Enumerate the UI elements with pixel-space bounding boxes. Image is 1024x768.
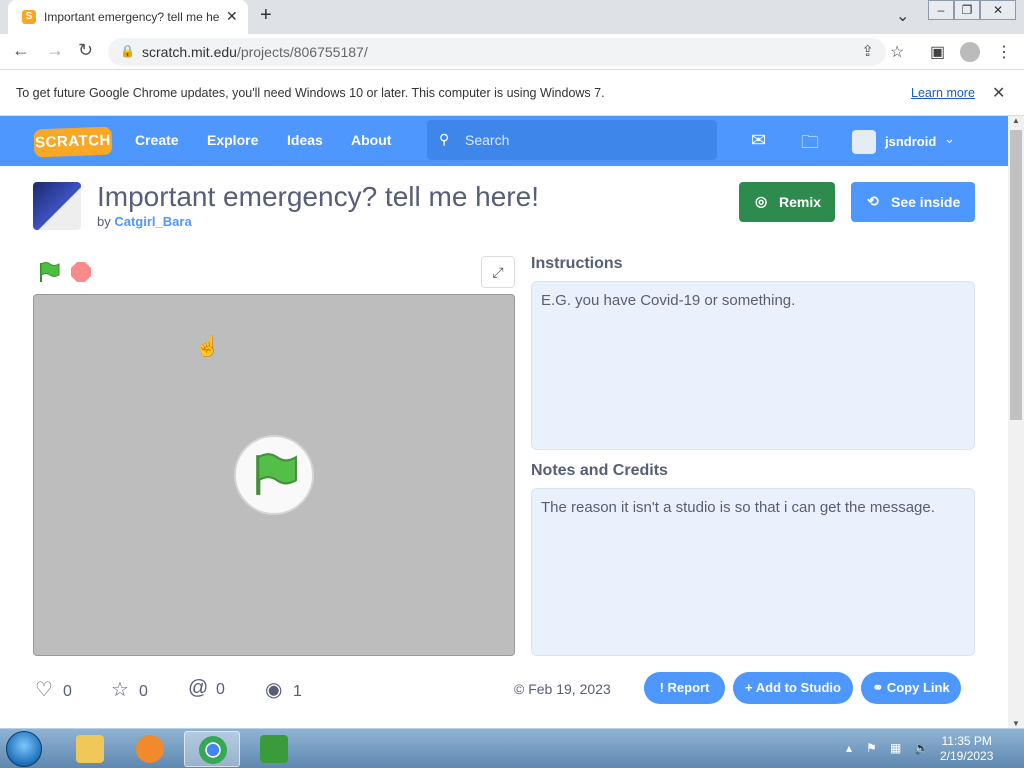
taskbar-explorer[interactable] [62, 731, 118, 767]
scroll-up-icon[interactable]: ▲ [1012, 116, 1020, 125]
profile-avatar-icon[interactable] [960, 42, 980, 62]
taskbar-media-player[interactable] [122, 731, 178, 767]
scratch-navbar: SCRATCH Create Explore Ideas About ⚲ Sea… [0, 116, 1008, 166]
search-input[interactable]: ⚲ Search [427, 120, 717, 160]
volume-icon[interactable]: 🔈 [914, 741, 929, 755]
new-tab-button[interactable]: + [260, 4, 272, 27]
messages-icon[interactable]: ✉ [751, 130, 766, 151]
author-link[interactable]: Catgirl_Bara [114, 214, 191, 229]
lock-icon: 🔒 [120, 44, 135, 58]
views-stat: ◉ 1 [265, 679, 302, 701]
nav-ideas[interactable]: Ideas [287, 132, 323, 148]
page-scrollbar[interactable]: ▲ ▼ [1008, 116, 1024, 728]
minimize-button[interactable]: – [928, 0, 954, 20]
add-to-studio-button[interactable]: + Add to Studio [733, 672, 853, 704]
tab-title: Important emergency? tell me he [44, 10, 220, 24]
menu-kebab-icon[interactable]: ⋮ [996, 42, 1012, 62]
chrome-icon [199, 736, 227, 764]
instructions-heading: Instructions [531, 255, 623, 272]
username[interactable]: jsndroid [885, 134, 936, 149]
stage-green-flag-button[interactable] [234, 435, 314, 515]
forward-icon[interactable]: → [46, 40, 64, 61]
restore-button[interactable]: ❐ [954, 0, 980, 20]
star-icon: ☆ [111, 679, 129, 701]
search-icon: ⚲ [439, 131, 450, 147]
heart-icon: ♡ [35, 679, 53, 701]
taskbar-csharp[interactable] [246, 731, 302, 767]
tab-search-chevron-icon[interactable]: ⌄ [896, 6, 909, 26]
learn-more-link[interactable]: Learn more [911, 86, 975, 100]
copyright-icon: © [514, 681, 525, 697]
side-panel-icon[interactable]: ▣ [930, 42, 945, 62]
my-stuff-folder-icon[interactable]: 🗀 [801, 130, 819, 160]
user-avatar[interactable] [852, 130, 876, 154]
eye-icon: ◉ [265, 679, 283, 701]
csharp-icon [260, 735, 288, 763]
media-player-icon [136, 735, 164, 763]
plus-icon: + [745, 680, 753, 695]
window-close-button[interactable]: ✕ [980, 0, 1016, 20]
notes-heading: Notes and Credits [531, 462, 668, 479]
remix-button[interactable]: ◎ Remix [739, 182, 835, 222]
folder-icon [76, 735, 104, 763]
browser-tab[interactable]: S Important emergency? tell me he ✕ [8, 0, 248, 34]
bookmark-star-icon[interactable]: ☆ [890, 42, 904, 62]
user-menu-chevron-icon[interactable]: ⌄ [944, 131, 955, 147]
search-placeholder: Search [465, 132, 510, 148]
action-center-flag-icon[interactable]: ⚑ [866, 741, 877, 755]
link-icon: ⚭ [872, 680, 884, 695]
start-button[interactable] [6, 731, 42, 767]
network-icon[interactable]: ▦ [890, 741, 901, 755]
system-clock[interactable]: 11:35 PM 2/19/2023 [940, 734, 993, 764]
nav-about[interactable]: About [351, 132, 391, 148]
project-title: Important emergency? tell me here! [97, 181, 539, 212]
scratch-logo[interactable]: SCRATCH [33, 126, 113, 158]
see-inside-icon: ⟲ [867, 193, 879, 209]
remix-swirl-icon: @ [188, 677, 209, 699]
copy-link-button[interactable]: ⚭ Copy Link [861, 672, 961, 704]
fullscreen-icon[interactable]: ⤢ [481, 256, 515, 288]
remix-icon: ◎ [755, 193, 768, 209]
report-button[interactable]: ! Report [644, 672, 725, 704]
stop-icon[interactable] [71, 262, 91, 282]
infobar-close-icon[interactable]: ✕ [992, 83, 1005, 103]
instructions-box: E.G. you have Covid-19 or something. [531, 281, 975, 450]
back-icon[interactable]: ← [12, 40, 30, 61]
share-icon[interactable]: ⇪ [861, 42, 874, 60]
see-inside-button[interactable]: ⟲ See inside [851, 182, 975, 222]
scroll-down-icon[interactable]: ▼ [1012, 719, 1020, 728]
project-byline: by Catgirl_Bara [97, 214, 192, 229]
update-infobar: To get future Google Chrome updates, you… [0, 71, 1024, 116]
tab-strip: S Important emergency? tell me he ✕ + ⌄ … [0, 0, 1024, 34]
address-bar[interactable]: 🔒 scratch.mit.edu/projects/806755187/ ⇪ [108, 38, 886, 66]
infobar-message: To get future Google Chrome updates, you… [16, 86, 605, 100]
scroll-thumb[interactable] [1010, 130, 1022, 420]
windows-taskbar: ▴ ⚑ ▦ 🔈 11:35 PM 2/19/2023 [0, 728, 1024, 768]
taskbar-chrome[interactable] [184, 731, 240, 767]
reload-icon[interactable]: ↻ [78, 40, 93, 61]
url-text: scratch.mit.edu/projects/806755187/ [142, 44, 368, 60]
author-avatar[interactable] [33, 182, 81, 230]
favorite-stat[interactable]: ☆ 0 [111, 677, 148, 702]
exclamation-icon: ! [659, 680, 664, 695]
love-stat[interactable]: ♡ 0 [35, 677, 72, 702]
close-tab-icon[interactable]: ✕ [226, 8, 238, 25]
project-stage[interactable] [33, 294, 515, 656]
remix-stat: @0 [188, 677, 225, 699]
scratch-favicon-icon: S [22, 10, 36, 24]
browser-toolbar: ← → ↻ 🔒 scratch.mit.edu/projects/8067551… [0, 34, 1024, 70]
notes-box: The reason it isn't a studio is so that … [531, 488, 975, 656]
nav-create[interactable]: Create [135, 132, 179, 148]
green-flag-icon[interactable] [38, 261, 60, 288]
project-date: © Feb 19, 2023 [514, 681, 611, 697]
hand-cursor-icon: ☝ [195, 336, 220, 358]
tray-expand-icon[interactable]: ▴ [846, 741, 852, 755]
nav-explore[interactable]: Explore [207, 132, 258, 148]
